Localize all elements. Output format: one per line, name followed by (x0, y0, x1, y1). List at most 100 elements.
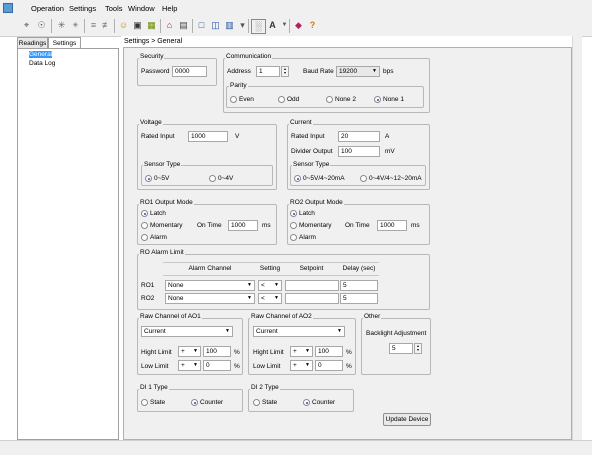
update-device-button[interactable]: Update Device (383, 413, 431, 426)
alarm-ro1-setpoint-input[interactable] (285, 280, 339, 291)
alarm-ro1-channel-select[interactable]: None ▼ (165, 280, 255, 291)
gem-icon[interactable]: ◆ (292, 19, 305, 32)
current-4-20ma-radio[interactable] (294, 175, 301, 182)
menu-operation[interactable]: Operation (31, 4, 64, 13)
backlight-input[interactable]: 5 (389, 343, 413, 354)
di2-counter-radio[interactable] (303, 399, 310, 406)
tree-item-general[interactable]: General (18, 50, 118, 59)
ao1-channel-select[interactable]: Current ▼ (141, 326, 233, 337)
pin-icon[interactable]: ⌖ (20, 19, 33, 32)
di1-counter-radio[interactable] (191, 399, 198, 406)
ao2-high-input[interactable]: 100 (315, 346, 343, 357)
ao2-low-pct: % (346, 363, 352, 370)
help-icon[interactable]: ? (306, 19, 319, 32)
tune-off-icon[interactable]: ≢ (100, 19, 113, 32)
tree-item-data-log[interactable]: Data Log (18, 59, 118, 68)
smiley-icon[interactable]: ☺ (117, 19, 130, 32)
menu-bar: Operation Settings Tools Window Help (0, 0, 592, 16)
alarm-ro2-delay-input[interactable]: 5 (340, 293, 378, 304)
ro1-alarm-label: Alarm (150, 234, 167, 241)
bulb-icon[interactable]: ☉ (35, 19, 48, 32)
ao1-low-pct: % (234, 363, 240, 370)
alarm-ro1-setting-select[interactable]: < ▼ (258, 280, 282, 291)
ro1-momentary-radio[interactable] (141, 222, 148, 229)
parity-odd-radio[interactable] (278, 96, 285, 103)
stop-icon[interactable]: ▣ (131, 19, 144, 32)
asterisk-off-icon[interactable]: ✴ (69, 19, 82, 32)
panel-icon[interactable]: ◫ (209, 19, 222, 32)
alarm-ro1-delay-input[interactable]: 5 (340, 280, 378, 291)
menu-window[interactable]: Window (128, 4, 155, 13)
di2-state-radio[interactable] (253, 399, 260, 406)
backlight-label: Backlight Adjustment (366, 330, 427, 337)
chevron-down-icon: ▼ (225, 328, 230, 334)
parity-none2-radio[interactable] (326, 96, 333, 103)
menu-tools[interactable]: Tools (105, 4, 123, 13)
ro2-latch-radio[interactable] (290, 210, 297, 217)
window-icon[interactable]: □ (195, 19, 208, 32)
voltage-0-5v-radio[interactable] (145, 175, 152, 182)
alarm-grid-line (163, 275, 379, 276)
ao2-channel-select[interactable]: Current ▼ (253, 326, 345, 337)
baud-rate-select[interactable]: 19200 ▼ (336, 66, 380, 77)
chevron-down-icon: ▼ (274, 295, 279, 301)
voltage-unit: V (235, 133, 240, 140)
settings-tree: General Data Log (17, 48, 119, 440)
ao1-low-input[interactable]: 0 (203, 360, 231, 371)
toolbar-separator (289, 19, 290, 33)
face-icon[interactable]: ▦ (145, 19, 158, 32)
vertical-scrollbar[interactable] (572, 36, 582, 440)
menu-settings[interactable]: Settings (69, 4, 96, 13)
ao1-high-input[interactable]: 100 (203, 346, 231, 357)
asterisk-icon[interactable]: ✳ (55, 19, 68, 32)
backlight-spinner[interactable]: ▴ ▾ (414, 343, 422, 354)
ro1-ontime-input[interactable]: 1000 (228, 220, 258, 231)
ro1-latch-label: Latch (150, 210, 166, 217)
ao2-low-sign-select[interactable]: + ▼ (290, 360, 313, 371)
parity-even-radio[interactable] (230, 96, 237, 103)
alarm-ro2-channel-select[interactable]: None ▼ (165, 293, 255, 304)
tab-readings[interactable]: Readings (17, 37, 48, 48)
divider-output-input[interactable]: 100 (338, 146, 380, 157)
alarm-ro2-setpoint-input[interactable] (285, 293, 339, 304)
toolbar: ⌖ ☉ ✳ ✴ ≡ ≢ ☺ ▣ ▦ ⌂ ▤ □ ◫ ▥ ▾ ░ A ▼ ◆ ? (0, 16, 592, 37)
alarm-ro2-setting-select[interactable]: < ▼ (258, 293, 282, 304)
ao2-low-input[interactable]: 0 (315, 360, 343, 371)
address-spinner[interactable]: ▴ ▾ (281, 66, 289, 77)
chart-icon[interactable]: ░ (251, 19, 266, 34)
voltage-0-4v-radio[interactable] (209, 175, 216, 182)
alarm-row-ro2-label: RO2 (141, 295, 155, 302)
calendar-icon[interactable]: ▤ (177, 19, 190, 32)
address-input[interactable]: 1 (256, 66, 280, 77)
ro1-ontime-label: On Time (197, 222, 222, 229)
password-input[interactable]: 0000 (172, 66, 207, 77)
di2-title: DI 2 Type (250, 384, 280, 391)
ao1-low-sign-select[interactable]: + ▼ (178, 360, 201, 371)
building-icon[interactable]: ⌂ (163, 19, 176, 32)
ao2-high-pct: % (346, 349, 352, 356)
ro2-alarm-radio[interactable] (290, 234, 297, 241)
chevron-down-icon: ▼ (193, 362, 198, 368)
current-4-12-20ma-radio[interactable] (360, 175, 367, 182)
ro2-ontime-input[interactable]: 1000 (377, 220, 407, 231)
di1-state-radio[interactable] (141, 399, 148, 406)
menu-help[interactable]: Help (162, 4, 177, 13)
ao2-high-sign-select[interactable]: + ▼ (290, 346, 313, 357)
layout-icon[interactable]: ▥ (223, 19, 236, 32)
current-rated-unit: A (385, 133, 390, 140)
current-rated-input[interactable]: 20 (338, 131, 380, 142)
ao1-high-sign-select[interactable]: + ▼ (178, 346, 201, 357)
ro1-latch-radio[interactable] (141, 210, 148, 217)
parity-even-label: Even (239, 96, 254, 103)
tab-settings[interactable]: Settings (48, 37, 81, 48)
ro1-alarm-radio[interactable] (141, 234, 148, 241)
status-bar (0, 440, 592, 455)
ro1-ms-label: ms (262, 222, 271, 229)
parity-none1-radio[interactable] (374, 96, 381, 103)
tune-icon[interactable]: ≡ (87, 19, 100, 32)
chevron-down-icon: ▼ (247, 295, 252, 301)
ro2-momentary-radio[interactable] (290, 222, 297, 229)
alarm-row-ro1-label: RO1 (141, 282, 155, 289)
chevron-down-icon: ▼ (305, 348, 310, 354)
voltage-rated-input[interactable]: 1000 (188, 131, 228, 142)
